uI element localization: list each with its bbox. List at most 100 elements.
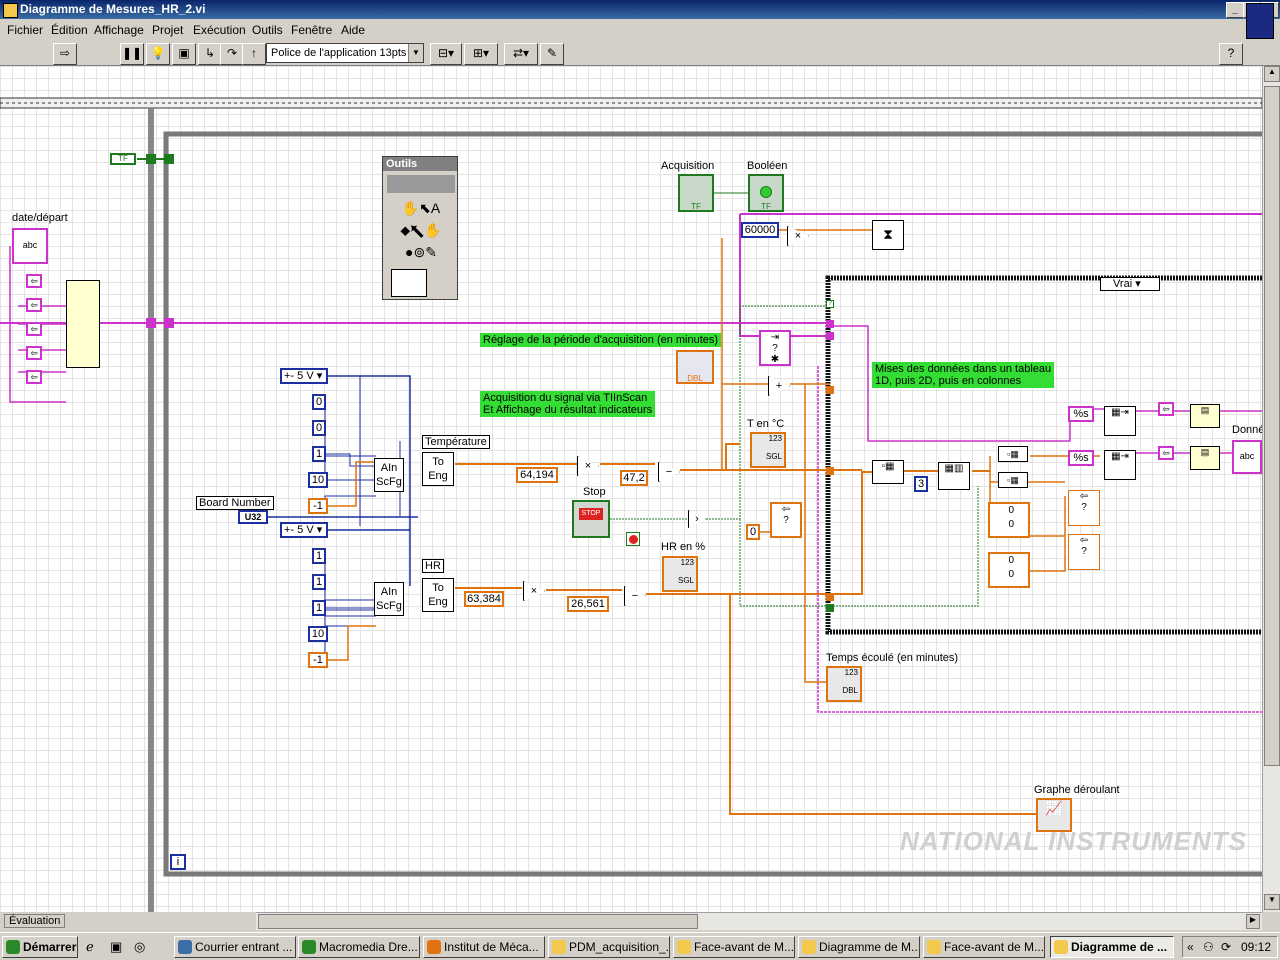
format-string-constant[interactable]: %s bbox=[1068, 450, 1094, 466]
select-node[interactable]: ⇦? bbox=[770, 502, 802, 538]
const-minus-1[interactable]: -1 bbox=[308, 652, 328, 668]
select-node[interactable]: ⇦? bbox=[1068, 534, 1100, 570]
const-64194[interactable]: 64,194 bbox=[516, 467, 558, 483]
cleanup-diagram-icon[interactable]: ✎ bbox=[540, 43, 564, 65]
string-constant-icon[interactable]: ⇦ bbox=[26, 322, 42, 336]
acquisition-control[interactable]: TF bbox=[678, 174, 714, 212]
task-face-avant-1[interactable]: Face-avant de M... bbox=[673, 936, 795, 958]
minimize-button[interactable]: _ bbox=[1226, 2, 1244, 18]
update-icon[interactable]: ⟳ bbox=[1221, 937, 1231, 957]
color-tool-icon[interactable] bbox=[391, 269, 427, 297]
reorder-icon[interactable]: ⇄▾ bbox=[504, 43, 538, 65]
format-date-string-node[interactable] bbox=[66, 280, 100, 368]
const-1[interactable]: 1 bbox=[312, 600, 326, 616]
const-minus-1[interactable]: -1 bbox=[308, 498, 328, 514]
vertical-scrollbar[interactable]: ▲ ▼ bbox=[1262, 66, 1280, 912]
range-constant-1[interactable]: +- 5 V ▾ bbox=[280, 368, 328, 384]
run-arrow-icon[interactable]: ⇨ bbox=[53, 43, 77, 65]
const-0[interactable]: 0 bbox=[312, 394, 326, 410]
horizontal-scrollbar[interactable]: ▶ bbox=[256, 912, 1262, 930]
const-1[interactable]: 1 bbox=[312, 574, 326, 590]
const-10[interactable]: 10 bbox=[308, 626, 328, 642]
date-depart-control[interactable]: abc bbox=[12, 228, 48, 264]
ain-scfg-node-1[interactable]: AIn ScFg bbox=[374, 458, 404, 492]
distribute-objects-icon[interactable]: ⊞▾ bbox=[464, 43, 498, 65]
const-10[interactable]: 10 bbox=[308, 472, 328, 488]
quicklaunch-desktop-icon[interactable]: ▣ bbox=[110, 939, 122, 955]
const-1[interactable]: 1 bbox=[312, 548, 326, 564]
reshape-array-node[interactable]: ▦▥ bbox=[938, 462, 970, 490]
const-26561[interactable]: 26,561 bbox=[567, 596, 609, 612]
retain-wire-values-icon[interactable]: ▣ bbox=[172, 43, 196, 65]
chevron-left-icon[interactable]: « bbox=[1187, 937, 1194, 957]
menu-fichier[interactable]: Fichier bbox=[7, 23, 43, 37]
false-constant[interactable]: TF bbox=[110, 153, 136, 165]
const-1[interactable]: 1 bbox=[312, 446, 326, 462]
step-out-icon[interactable]: ↑ bbox=[242, 43, 266, 65]
horizontal-scroll-thumb[interactable] bbox=[258, 914, 698, 929]
wait-ms-timer-icon[interactable]: ⧗ bbox=[872, 220, 904, 250]
to-eng-node-2[interactable]: To Eng bbox=[422, 578, 454, 612]
constant-60000[interactable]: 60000 bbox=[741, 222, 779, 238]
const-3[interactable]: 3 bbox=[914, 476, 928, 492]
tools-palette[interactable]: Outils ✋⬉A ⬥⬉✋ ●⊚✎ bbox=[382, 156, 458, 300]
string-constant-icon[interactable]: ⇦ bbox=[26, 370, 42, 384]
align-objects-icon[interactable]: ⊟▾ bbox=[430, 43, 462, 65]
step-over-icon[interactable]: ↷ bbox=[220, 43, 244, 65]
array-constant[interactable]: 00 bbox=[988, 502, 1030, 538]
string-constant-icon[interactable]: ⇦ bbox=[26, 274, 42, 288]
periode-control[interactable]: DBL bbox=[676, 350, 714, 384]
task-courrier[interactable]: Courrier entrant ... bbox=[174, 936, 296, 958]
string-select-node[interactable]: ⇥? ✱ bbox=[759, 330, 791, 366]
pause-icon[interactable]: ❚❚ bbox=[120, 43, 144, 65]
task-diagramme-1[interactable]: Diagramme de M... bbox=[798, 936, 920, 958]
clock[interactable]: 09:12 bbox=[1241, 940, 1271, 954]
case-selector[interactable]: Vrai ▾ bbox=[1100, 277, 1160, 291]
menu-outils[interactable]: Outils bbox=[252, 23, 283, 37]
font-select[interactable]: Police de l'application 13pts ▼ bbox=[266, 43, 424, 63]
highlight-execution-icon[interactable]: 💡 bbox=[146, 43, 170, 65]
quicklaunch-media-icon[interactable]: ◎ bbox=[134, 939, 145, 955]
start-button[interactable]: Démarrer bbox=[2, 936, 78, 958]
const-0[interactable]: 0 bbox=[312, 420, 326, 436]
quicklaunch-ie-icon[interactable]: ℯ bbox=[86, 939, 94, 955]
step-into-icon[interactable]: ↳ bbox=[198, 43, 222, 65]
range-constant-2[interactable]: +- 5 V ▾ bbox=[280, 522, 328, 538]
vertical-scroll-thumb[interactable] bbox=[1264, 86, 1280, 766]
block-diagram[interactable]: TF date/départ abc ⇦ ⇦ ⇦ ⇦ ⇦ Outils ✋⬉A ⬥… bbox=[0, 66, 1262, 912]
task-firefox[interactable]: Institut de Méca... bbox=[423, 936, 545, 958]
concatenate-strings-node[interactable]: ▤ bbox=[1190, 446, 1220, 470]
const-47-2[interactable]: 47,2 bbox=[620, 470, 648, 486]
menu-aide[interactable]: Aide bbox=[341, 23, 365, 37]
concatenate-strings-node[interactable]: ▤ bbox=[1190, 404, 1220, 428]
tools-grid[interactable]: ✋⬉A ⬥⬉✋ ●⊚✎ bbox=[387, 197, 455, 265]
menu-projet[interactable]: Projet bbox=[152, 23, 183, 37]
task-pdm[interactable]: PDM_acquisition_... bbox=[548, 936, 670, 958]
network-icon[interactable]: ⚇ bbox=[1203, 937, 1214, 957]
select-node[interactable]: ⇦? bbox=[1068, 490, 1100, 526]
array-to-spreadsheet-node[interactable]: ▦⇥ bbox=[1104, 450, 1136, 480]
array-to-spreadsheet-node[interactable]: ▦⇥ bbox=[1104, 406, 1136, 436]
string-constant-icon[interactable]: ⇦ bbox=[1158, 402, 1174, 416]
auto-tool-icon[interactable] bbox=[387, 175, 455, 193]
index-array-node[interactable]: ▫▦ bbox=[998, 446, 1028, 462]
board-number-control[interactable]: U32 bbox=[238, 510, 268, 524]
format-string-constant[interactable]: %s bbox=[1068, 406, 1094, 422]
menu-edition[interactable]: Édition bbox=[51, 23, 88, 37]
menu-affichage[interactable]: Affichage bbox=[94, 23, 144, 37]
menu-fenetre[interactable]: Fenêtre bbox=[291, 23, 332, 37]
menu-execution[interactable]: Exécution bbox=[193, 23, 246, 37]
string-constant-icon[interactable]: ⇦ bbox=[1158, 446, 1174, 460]
to-eng-node-1[interactable]: To Eng bbox=[422, 452, 454, 486]
scroll-right-icon[interactable]: ▶ bbox=[1246, 914, 1260, 929]
task-macromedia[interactable]: Macromedia Dre... bbox=[298, 936, 420, 958]
help-icon[interactable]: ? bbox=[1219, 43, 1243, 65]
index-array-node[interactable]: ▫▦ bbox=[998, 472, 1028, 488]
task-diagramme-active[interactable]: Diagramme de ... bbox=[1050, 936, 1174, 958]
task-face-avant-2[interactable]: Face-avant de M... bbox=[923, 936, 1045, 958]
string-constant-icon[interactable]: ⇦ bbox=[26, 346, 42, 360]
const-0[interactable]: 0 bbox=[746, 524, 760, 540]
scroll-up-icon[interactable]: ▲ bbox=[1264, 66, 1280, 82]
const-63384[interactable]: 63,384 bbox=[464, 591, 504, 607]
ain-scfg-node-2[interactable]: AIn ScFg bbox=[374, 582, 404, 616]
